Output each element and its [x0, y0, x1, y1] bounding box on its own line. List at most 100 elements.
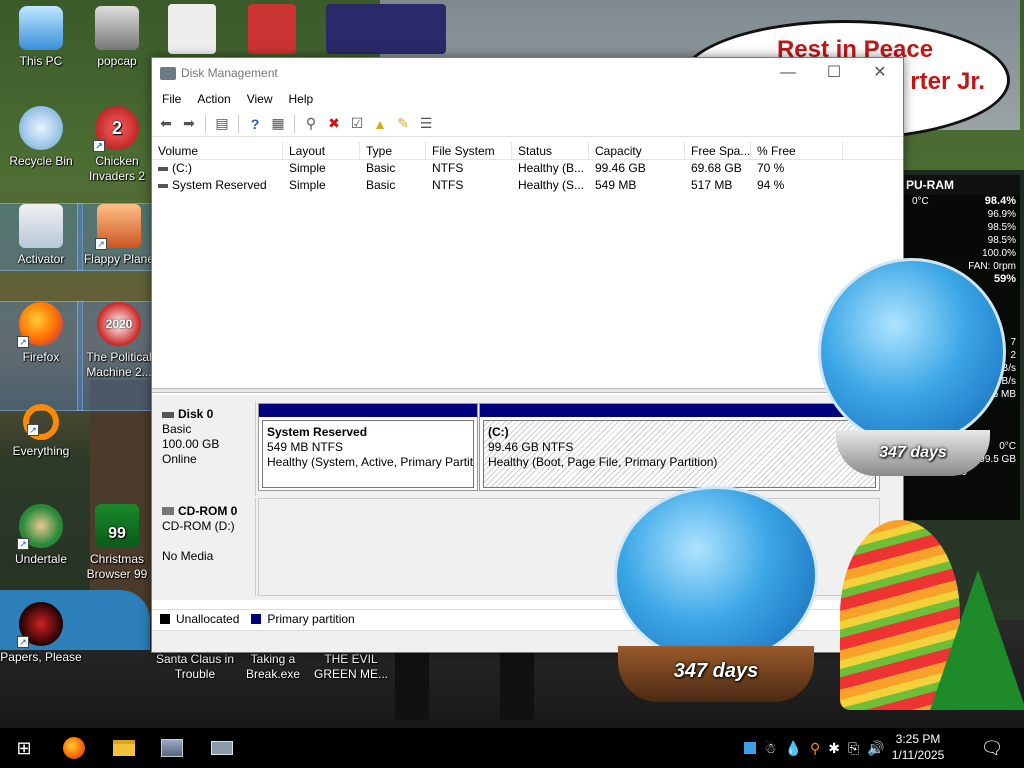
desktop-icon-undertale[interactable]: ↗ Undertale: [0, 504, 82, 567]
santa-icon[interactable]: [248, 4, 296, 54]
pixel-dog-icon[interactable]: [168, 4, 216, 54]
legend-unallocated: Unallocated: [176, 611, 240, 626]
menu-view[interactable]: View: [239, 89, 281, 111]
flappy-plane-icon: ↗: [95, 204, 141, 250]
volume-list-header: Volume Layout Type File System Status Ca…: [152, 142, 903, 160]
delete-icon[interactable]: ✖: [324, 114, 344, 134]
papers-please-icon: ↗: [17, 602, 63, 648]
table-row[interactable]: (C:) Simple Basic NTFS Healthy (B... 99.…: [152, 160, 903, 177]
partition-system-reserved[interactable]: System Reserved 549 MB NTFS Healthy (Sys…: [258, 403, 478, 491]
desktop-icon-christmas-browser[interactable]: 99 Christmas Browser 99: [76, 504, 158, 582]
column-percent-free[interactable]: % Free: [751, 142, 843, 159]
menu-action[interactable]: Action: [189, 89, 238, 111]
connect-icon[interactable]: ⚲: [301, 114, 321, 134]
column-type[interactable]: Type: [360, 142, 426, 159]
column-volume[interactable]: Volume: [152, 142, 283, 159]
menu-help[interactable]: Help: [281, 89, 322, 111]
volume-cell: System Reserved: [152, 177, 283, 194]
disk-management-icon: [160, 67, 176, 80]
desktop-icon-popcap[interactable]: popcap: [76, 6, 158, 69]
christmas-tree-decoration: [930, 570, 1024, 710]
minimize-button[interactable]: —: [765, 58, 811, 89]
desktop-icon-recycle-bin[interactable]: Recycle Bin: [0, 106, 82, 169]
pane-splitter[interactable]: [152, 388, 903, 393]
properties-icon[interactable]: ▤: [212, 114, 232, 134]
disk-0-name: Disk 0: [162, 407, 245, 422]
desktop-icon-santa-claus[interactable]: Santa Claus in Trouble: [154, 652, 236, 682]
check-icon[interactable]: ☑: [347, 114, 367, 134]
table-cell: Healthy (S...: [518, 178, 585, 192]
column-layout[interactable]: Layout: [283, 142, 360, 159]
desktop-icon-evil-green[interactable]: THE EVIL GREEN ME...: [310, 652, 392, 682]
desktop-icon-label: Chicken Invaders 2: [88, 154, 146, 183]
desktop-icon-firefox[interactable]: ↗ Firefox: [0, 301, 83, 411]
partition-details: (C:) 99.46 GB NTFS Healthy (Boot, Page F…: [483, 420, 876, 488]
taskbar-image-icon[interactable]: [156, 732, 188, 764]
start-windows-icon[interactable]: ⊞: [8, 732, 40, 764]
clock-date: 1/11/2025: [891, 748, 945, 762]
chicken-badge: 2: [111, 118, 122, 138]
tray-person-icon[interactable]: ☃: [764, 740, 777, 757]
title-bar[interactable]: Disk Management — ☐ ✕: [152, 58, 903, 89]
taskbar-firefox-icon[interactable]: [58, 732, 90, 764]
tray-everything-icon[interactable]: ⚲: [810, 740, 820, 757]
shortcut-arrow-icon: ↗: [93, 140, 105, 152]
gadget-line: 98.5%: [987, 235, 1016, 246]
tray-snowflake-icon[interactable]: ✱: [828, 740, 840, 757]
desktop-icon-chicken-invaders[interactable]: 2 ↗ Chicken Invaders 2: [76, 106, 158, 184]
primary-partition-bar: [480, 404, 879, 417]
maximize-button[interactable]: ☐: [811, 58, 857, 89]
column-capacity[interactable]: Capacity: [589, 142, 685, 159]
desktop-icon-activator[interactable]: Activator: [0, 203, 83, 271]
sleigh-icon[interactable]: [326, 4, 446, 54]
tray-network-icon[interactable]: ⎘: [848, 740, 859, 757]
forward-arrow-icon[interactable]: ➡: [179, 114, 199, 134]
political-badge: 2020: [105, 317, 133, 331]
taskbar-clock[interactable]: 3:25 PM 1/11/2025: [883, 731, 953, 763]
desktop-icon-label: Flappy Plane: [83, 252, 155, 266]
desktop-icon-political-machine[interactable]: 2020 The Political Machine 2...: [77, 301, 161, 411]
gadget-line: 98.5%: [987, 222, 1016, 233]
shortcut-arrow-icon: ↗: [95, 238, 107, 250]
list-icon[interactable]: ☰: [416, 114, 436, 134]
cdrom-0-name: CD-ROM 0: [162, 504, 245, 519]
partition-name: (C:): [488, 425, 509, 439]
notifications-icon[interactable]: 🗨: [976, 732, 1008, 764]
table-cell: 99.46 GB: [595, 161, 646, 175]
desktop-icon-everything[interactable]: ↗ Everything: [0, 404, 82, 459]
help-icon[interactable]: ?: [245, 114, 265, 134]
volume-icon: [158, 183, 168, 188]
tray-drop-icon[interactable]: 💧: [785, 740, 802, 757]
menu-file[interactable]: File: [154, 89, 189, 111]
cdrom-name-text: CD-ROM 0: [178, 504, 238, 518]
primary-partition-bar: [259, 404, 477, 417]
table-cell: NTFS: [432, 178, 464, 192]
folder-up-icon[interactable]: ▲: [370, 114, 390, 134]
desktop-icon-taking-a-break[interactable]: Taking a Break.exe: [232, 652, 314, 682]
disk-0-label[interactable]: Disk 0 Basic 100.00 GB Online: [152, 401, 256, 496]
table-cell: 94 %: [757, 178, 785, 192]
tray-app-icon[interactable]: [744, 742, 756, 754]
close-button[interactable]: ✕: [857, 58, 903, 89]
desktop-icon-papers-please[interactable]: ↗ Papers, Please: [0, 602, 82, 665]
snow-globe-large: [818, 258, 1006, 446]
gadget-line: 96.9%: [987, 209, 1016, 220]
folder-search-icon[interactable]: ✎: [393, 114, 413, 134]
desktop-icon-label: The Political Machine 2...: [86, 350, 152, 379]
column-free-space[interactable]: Free Spa...: [685, 142, 751, 159]
column-file-system[interactable]: File System: [426, 142, 512, 159]
column-status[interactable]: Status: [512, 142, 589, 159]
table-row[interactable]: System Reserved Simple Basic NTFS Health…: [152, 177, 903, 194]
back-arrow-icon[interactable]: ⬅: [156, 114, 176, 134]
popcap-icon: [95, 6, 139, 50]
partition-c-drive[interactable]: (C:) 99.46 GB NTFS Healthy (Boot, Page F…: [479, 403, 880, 491]
taskbar-disk-management-icon[interactable]: [206, 732, 238, 764]
cdrom-0-label[interactable]: CD-ROM 0 CD-ROM (D:) No Media: [152, 498, 256, 596]
desktop-icon-this-pc[interactable]: This PC: [0, 6, 82, 69]
toolbar: ⬅ ➡ ▤ ? ▦ ⚲ ✖ ☑ ▲ ✎ ☰: [152, 111, 903, 137]
desktop-icon-flappy-plane[interactable]: ↗ Flappy Plane: [77, 203, 161, 271]
view-icon[interactable]: ▦: [268, 114, 288, 134]
disk-icon: [162, 412, 174, 418]
cdrom-icon: [162, 507, 174, 515]
taskbar-file-explorer-icon[interactable]: [108, 732, 140, 764]
